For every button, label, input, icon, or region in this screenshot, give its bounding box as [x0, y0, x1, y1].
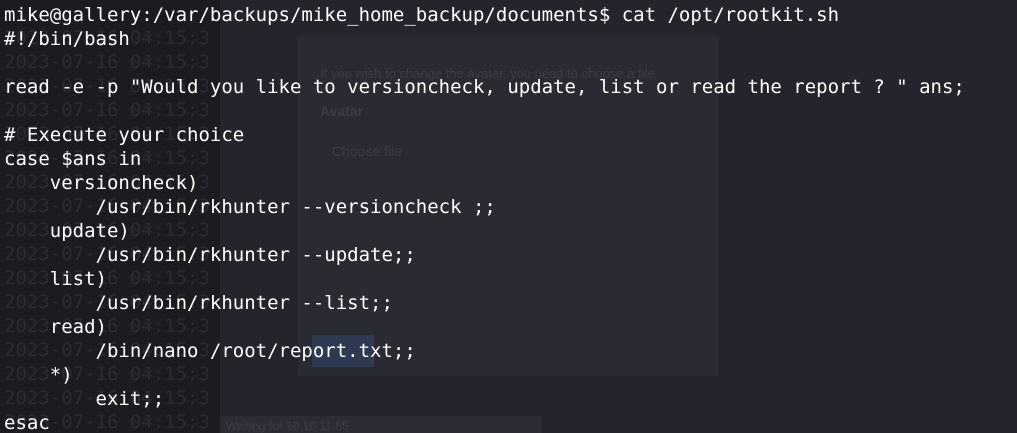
script-line: # Execute your choice	[4, 124, 245, 146]
script-listing: #!/bin/bash read -e -p "Would you like to…	[4, 27, 965, 433]
script-line: /usr/bin/rkhunter --list;;	[4, 292, 393, 314]
script-line	[4, 51, 965, 75]
script-line: *)	[4, 364, 73, 386]
terminal-output: mike@gallery:/var/backups/mike_home_back…	[4, 3, 965, 433]
script-line: esac	[4, 412, 50, 433]
script-line: list)	[4, 268, 107, 290]
script-line: read -e -p "Would you like to versionche…	[4, 76, 965, 98]
script-line: versioncheck)	[4, 172, 199, 194]
terminal-prompt-command: mike@gallery:/var/backups/mike_home_back…	[4, 4, 840, 26]
script-line: /usr/bin/rkhunter --versioncheck ;;	[4, 196, 496, 218]
script-line: #!/bin/bash	[4, 28, 130, 50]
script-line: exit;;	[4, 388, 165, 410]
terminal-window[interactable]: If you wish to change the avatar, you ne…	[0, 0, 1017, 433]
script-line: case $ans in	[4, 148, 142, 170]
script-line: /usr/bin/rkhunter --update;;	[4, 244, 416, 266]
script-line: read)	[4, 316, 107, 338]
script-line	[4, 99, 965, 123]
script-line: /bin/nano /root/report.txt;;	[4, 340, 416, 362]
script-line: update)	[4, 220, 130, 242]
